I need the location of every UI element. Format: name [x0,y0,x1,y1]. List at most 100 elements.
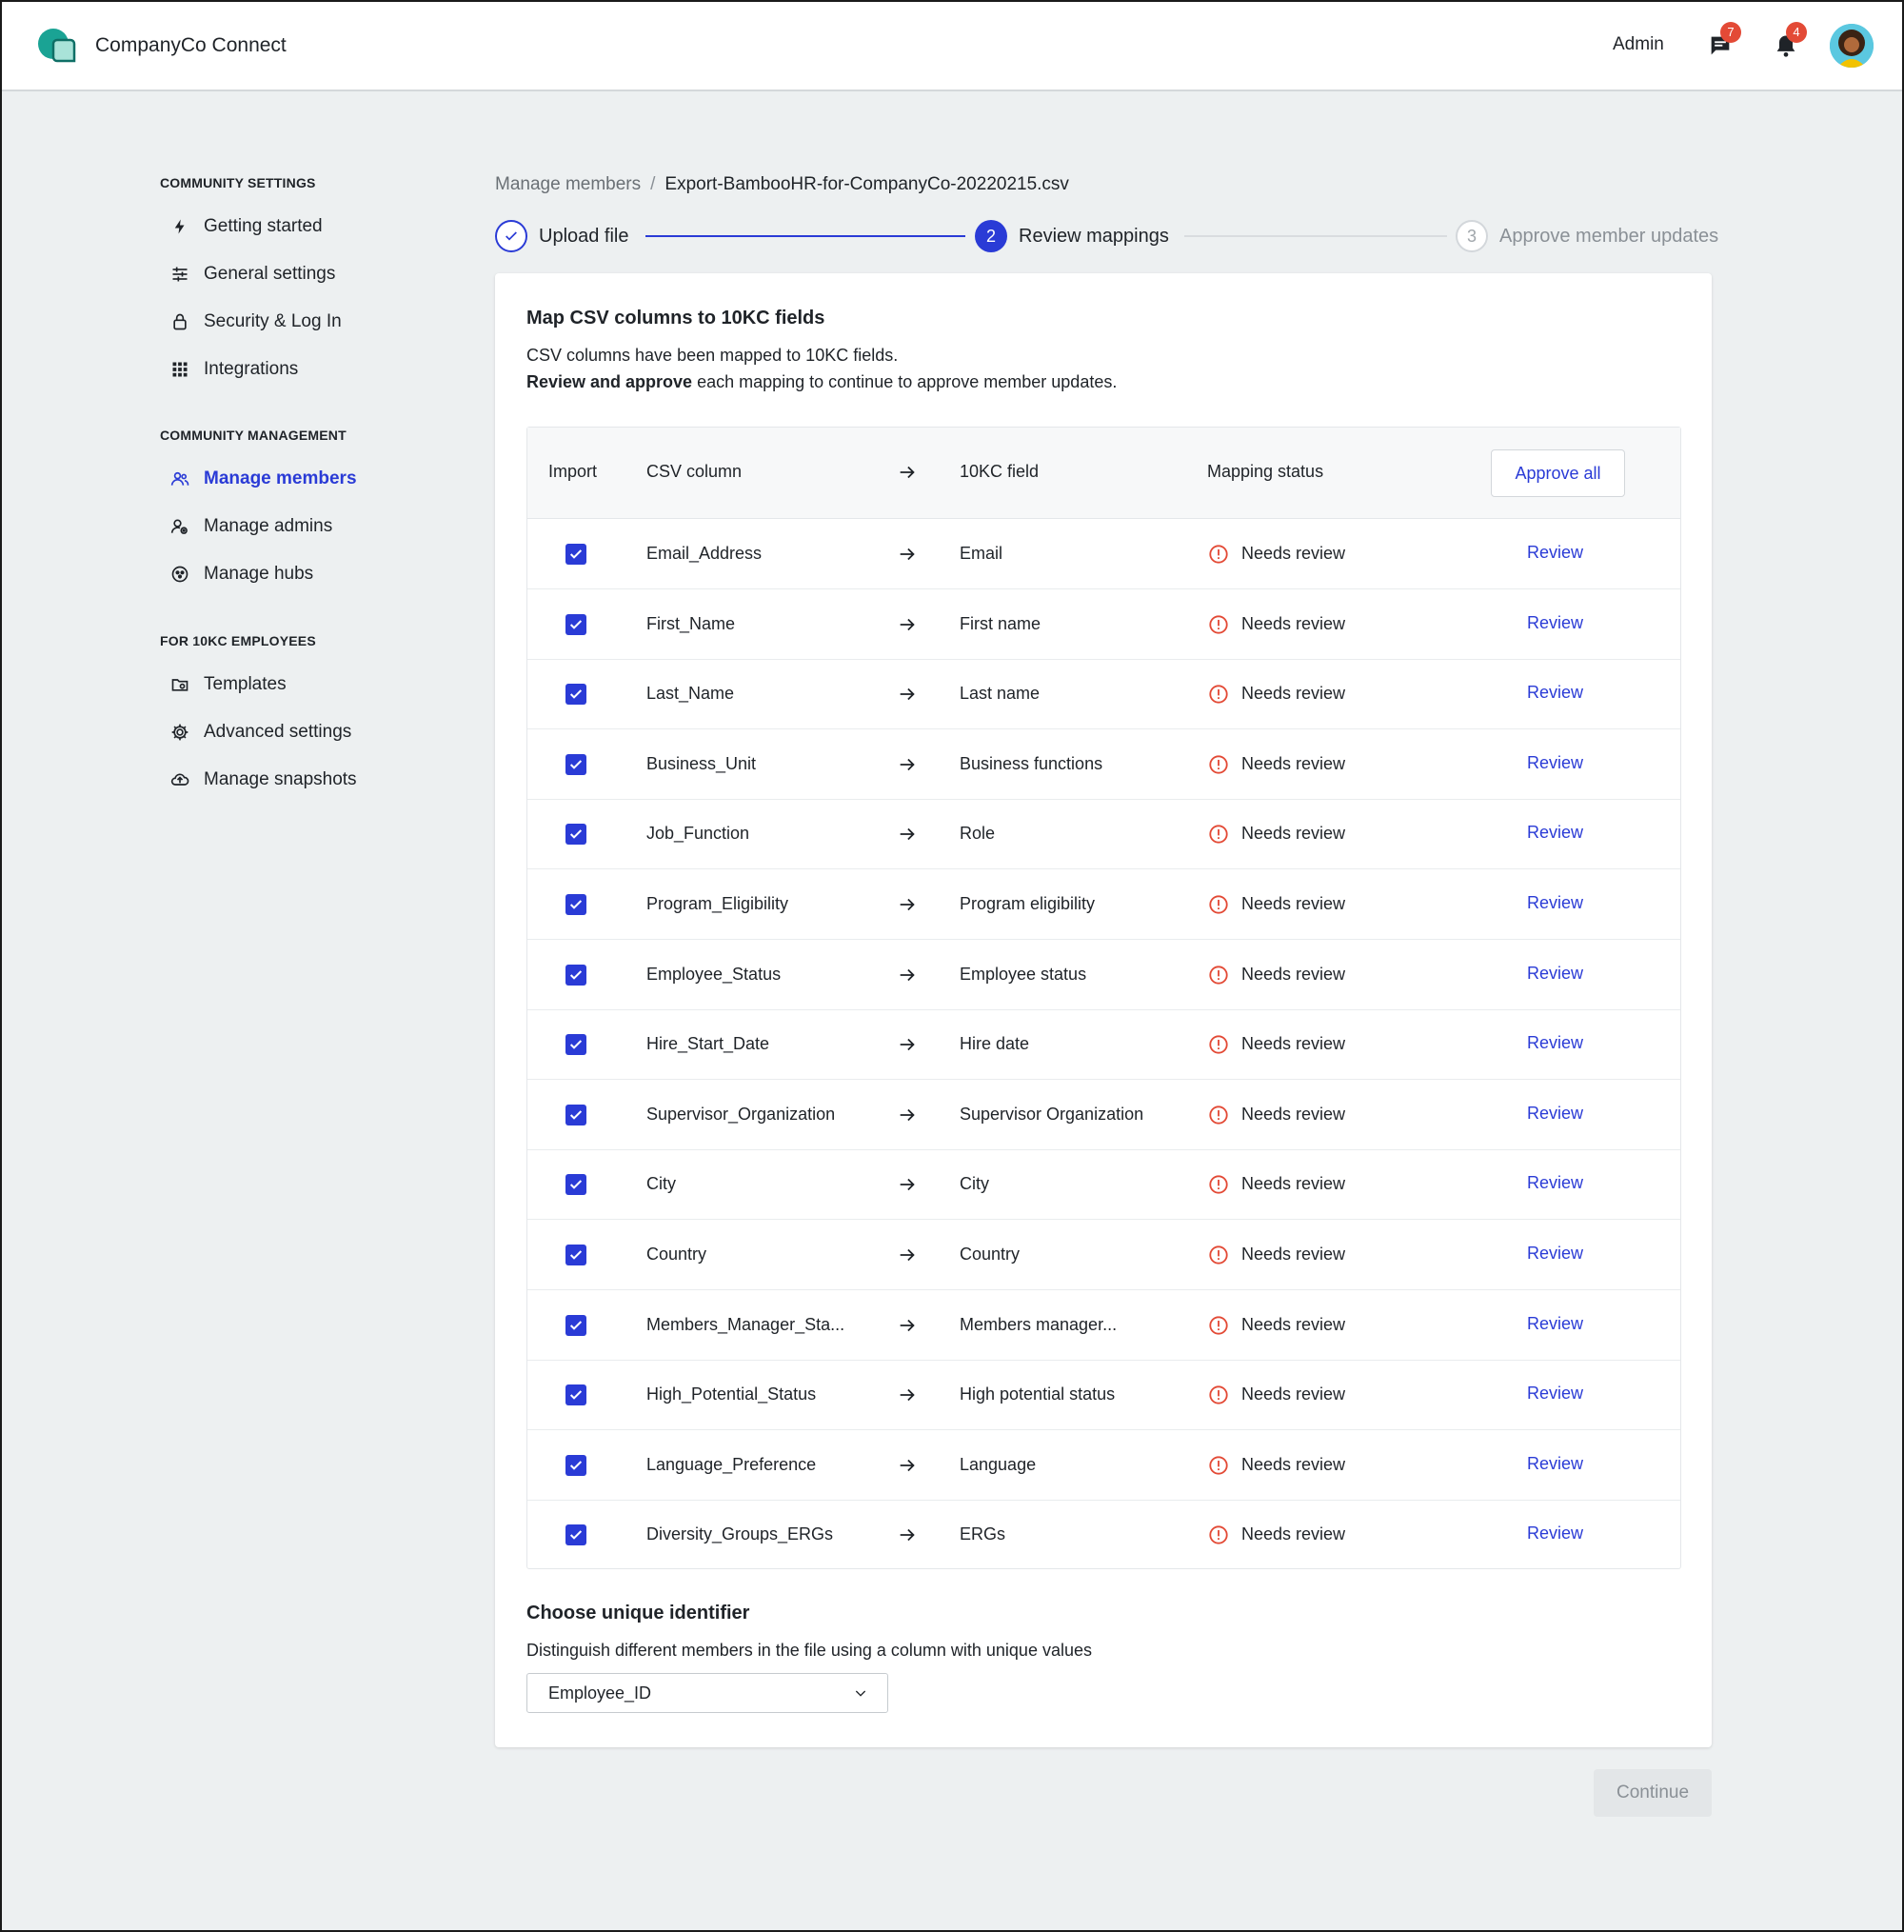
instruction-rest: each mapping to continue to approve memb… [692,372,1118,391]
unique-identifier-select[interactable]: Employee_ID [526,1673,888,1713]
import-checkbox[interactable] [565,1245,586,1265]
check-icon [569,829,583,840]
breadcrumb-parent-link[interactable]: Manage members [495,174,641,194]
sidebar-item-manage-admins[interactable]: Manage admins [169,512,332,541]
check-icon [569,1530,583,1541]
check-icon [569,549,583,559]
review-button[interactable]: Review [1527,683,1583,703]
status-text: Needs review [1241,1104,1346,1124]
review-button[interactable]: Review [1527,964,1583,984]
sidebar-item-manage-hubs[interactable]: Manage hubs [169,560,313,588]
import-checkbox[interactable] [565,824,586,846]
csv-column-cell: Program_Eligibility [646,894,789,913]
import-checkbox[interactable] [565,894,586,915]
status-text: Needs review [1241,544,1346,563]
review-button[interactable]: Review [1527,1384,1583,1404]
breadcrumb-separator: / [650,174,656,194]
table-row: City City Needs review Review [527,1149,1680,1221]
table-row: Email_Address Email Needs review Review [527,519,1680,589]
import-checkbox[interactable] [565,1524,586,1546]
import-checkbox[interactable] [565,753,586,775]
status-text: Needs review [1241,964,1346,984]
csv-column-cell: First_Name [646,613,736,633]
arrow-right-icon [900,618,915,630]
check-icon [495,220,527,252]
warning-circle-icon [1209,614,1228,634]
sidebar-item-security[interactable]: Security & Log In [169,308,342,336]
import-checkbox[interactable] [565,1104,586,1125]
import-checkbox[interactable] [565,1174,586,1196]
import-checkbox[interactable] [565,684,586,706]
review-button[interactable]: Review [1527,1314,1583,1334]
sidebar-item-getting-started[interactable]: Getting started [169,212,323,241]
review-button[interactable]: Review [1527,823,1583,843]
import-checkbox[interactable] [565,1314,586,1336]
step-approve-member-updates: 3 Approve member updates [1456,220,1718,252]
review-button[interactable]: Review [1527,1244,1583,1264]
grid-icon [169,359,190,380]
warning-circle-icon [1209,1175,1228,1195]
step-review-mappings[interactable]: 2 Review mappings [975,220,1169,252]
company-logo-icon[interactable] [32,23,78,69]
import-checkbox[interactable] [565,1454,586,1476]
field-cell: Country [960,1245,1021,1264]
import-checkbox[interactable] [565,1384,586,1406]
approve-all-button[interactable]: Approve all [1491,449,1625,497]
sidebar-item-advanced-settings[interactable]: Advanced settings [169,718,351,747]
review-button[interactable]: Review [1527,893,1583,913]
review-button[interactable]: Review [1527,753,1583,773]
admin-icon [169,516,190,537]
sliders-icon [169,264,190,285]
warning-circle-icon [1209,825,1228,845]
field-cell: Supervisor Organization [960,1104,1144,1124]
notifications-badge: 4 [1786,22,1807,43]
step-upload-file[interactable]: Upload file [495,220,629,252]
field-cell: Members manager... [960,1314,1118,1334]
status-text: Needs review [1241,1524,1346,1544]
unique-identifier-title: Choose unique identifier [526,1603,750,1623]
top-bar: CompanyCo Connect Admin 7 4 [0,0,1904,91]
review-button[interactable]: Review [1527,1173,1583,1193]
sidebar-item-manage-members[interactable]: Manage members [169,465,357,493]
status-text: Needs review [1241,1384,1346,1404]
import-checkbox[interactable] [565,544,586,565]
continue-button[interactable]: Continue [1594,1769,1712,1817]
header-mapping-status: Mapping status [1207,462,1324,481]
import-checkbox[interactable] [565,613,586,635]
check-icon [569,1320,583,1330]
user-avatar[interactable] [1830,24,1874,68]
app-title[interactable]: CompanyCo Connect [95,34,287,57]
import-checkbox[interactable] [565,964,586,986]
check-icon [569,1390,583,1400]
review-button[interactable]: Review [1527,1104,1583,1124]
sidebar-item-integrations[interactable]: Integrations [169,355,298,384]
breadcrumb: Manage members / Export-BambooHR-for-Compa… [495,174,1069,195]
review-button[interactable]: Review [1527,1033,1583,1053]
warning-circle-icon [1209,1525,1228,1545]
review-button[interactable]: Review [1527,1454,1583,1474]
step-label: Review mappings [1019,225,1169,247]
warning-circle-icon [1209,965,1228,985]
table-row: First_Name First name Needs review Review [527,589,1680,660]
header-csv-column: CSV column [646,462,743,481]
csv-column-cell: High_Potential_Status [646,1384,817,1404]
sidebar-item-general-settings[interactable]: General settings [169,260,335,289]
warning-circle-icon [1209,1035,1228,1054]
step-number: 3 [1456,220,1488,252]
review-button[interactable]: Review [1527,1524,1583,1544]
sidebar-item-templates[interactable]: Templates [169,670,287,699]
arrow-right-icon [900,898,915,911]
review-button[interactable]: Review [1527,543,1583,563]
warning-circle-icon [1209,755,1228,774]
step-number: 2 [975,220,1007,252]
admin-menu[interactable]: Admin [1613,34,1664,55]
sidebar-item-label: Manage hubs [204,564,314,584]
review-button[interactable]: Review [1527,613,1583,633]
import-checkbox[interactable] [565,1034,586,1056]
sidebar-item-label: Getting started [204,216,323,236]
sidebar-item-manage-snapshots[interactable]: Manage snapshots [169,766,357,794]
table-row: Program_Eligibility Program eligibility Ne… [527,869,1680,940]
sidebar-item-label: Manage snapshots [204,769,357,789]
hubs-icon [169,564,190,585]
step-connector-pending [1184,235,1447,237]
